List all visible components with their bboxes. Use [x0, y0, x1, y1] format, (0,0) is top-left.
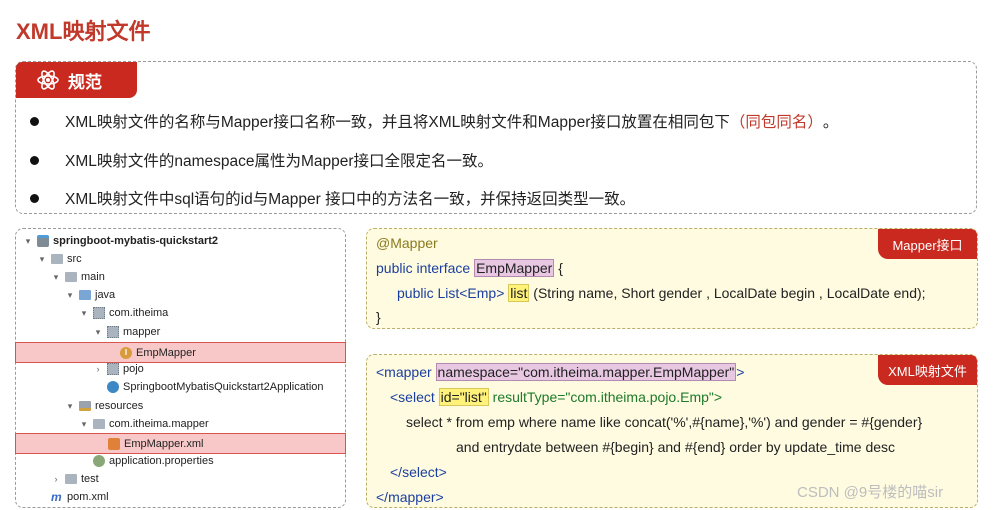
- tree-item-src[interactable]: ▾ src: [15, 250, 346, 268]
- bullet-dot: [30, 116, 39, 126]
- xml-file-icon: [108, 437, 120, 450]
- bullet-dot: [30, 193, 39, 203]
- tree-item-main[interactable]: ▾ main: [15, 268, 346, 286]
- chevron-down-icon[interactable]: ▾: [37, 254, 47, 265]
- tree-item-test[interactable]: › test: [15, 470, 346, 488]
- xml-tag: <select: [390, 389, 439, 405]
- tree-item-label: pom.xml: [67, 491, 109, 503]
- chevron-down-icon[interactable]: ▾: [79, 308, 89, 319]
- xml-code-tag: XML映射文件: [878, 355, 977, 385]
- chevron-down-icon[interactable]: ▾: [65, 290, 75, 301]
- folder-icon: [51, 254, 63, 264]
- xml-mapper-open: <mapper namespace="com.itheima.mapper.Em…: [376, 363, 745, 381]
- code-annotation: @Mapper: [376, 235, 438, 251]
- rule-highlight: （同包同名）: [729, 114, 823, 131]
- tree-item-project[interactable]: ▾ springboot-mybatis-quickstart2: [15, 232, 346, 250]
- code-interface-name: EmpMapper: [474, 259, 555, 277]
- atom-icon: [37, 70, 59, 90]
- xml-sql-line: and entrydate between #{begin} and #{end…: [456, 439, 896, 455]
- code-brace: {: [554, 260, 563, 276]
- rules-tab: 规范: [16, 62, 137, 98]
- tree-item-label: test: [81, 473, 99, 485]
- tree-item-label: com.itheima.mapper: [109, 418, 209, 430]
- xml-tag: <mapper: [376, 364, 436, 380]
- code-method-name: list: [508, 284, 530, 302]
- tree-item-package[interactable]: ▾ com.itheima: [15, 304, 346, 322]
- rules-tab-label: 规范: [68, 72, 102, 92]
- tree-item-resources[interactable]: ▾ resources: [15, 397, 346, 415]
- page-title: XML映射文件: [16, 19, 151, 44]
- xml-sql-line: select * from emp where name like concat…: [406, 414, 923, 430]
- tree-item-label: com.itheima: [109, 307, 169, 319]
- tree-item-pojo[interactable]: › pojo: [15, 360, 346, 378]
- tree-item-empmapper-xml[interactable]: EmpMapper.xml: [15, 433, 346, 454]
- tree-item-label: pojo: [123, 363, 144, 375]
- rule-text: XML映射文件的namespace属性为Mapper接口全限定名一致。: [65, 153, 494, 170]
- rule-text: XML映射文件的名称与Mapper接口名称一致，并且将XML映射文件和Mappe…: [65, 114, 730, 131]
- module-icon: [37, 235, 49, 247]
- bullet-dot: [30, 155, 39, 165]
- rule-item: XML映射文件的namespace属性为Mapper接口全限定名一致。: [30, 149, 493, 171]
- package-icon: [93, 307, 105, 319]
- package-icon: [107, 363, 119, 375]
- chevron-down-icon[interactable]: ▾: [51, 272, 61, 283]
- rule-text: XML映射文件中sql语句的id与Mapper 接口中的方法名一致，并保持返回类…: [65, 191, 636, 208]
- xml-select-open: <select id="list" resultType="com.itheim…: [390, 388, 723, 406]
- tree-item-label: EmpMapper: [136, 346, 196, 359]
- properties-file-icon: [93, 455, 105, 467]
- code-return-type: public List<Emp>: [397, 285, 509, 301]
- xml-tag-end: >: [736, 364, 745, 380]
- tree-item-application[interactable]: SpringbootMybatisQuickstart2Application: [15, 378, 346, 396]
- chevron-down-icon[interactable]: ▾: [79, 419, 89, 430]
- tree-item-java[interactable]: ▾ java: [15, 286, 346, 304]
- tree-item-mapper-package[interactable]: ▾ mapper: [15, 323, 346, 341]
- tree-item-label: resources: [95, 400, 144, 412]
- chevron-right-icon[interactable]: ›: [51, 474, 61, 484]
- source-folder-icon: [79, 290, 91, 300]
- resources-folder-icon: [79, 401, 91, 411]
- code-close-brace: }: [376, 309, 381, 325]
- chevron-right-icon[interactable]: ›: [93, 364, 103, 374]
- tree-item-label: mapper: [123, 326, 161, 338]
- tree-item-label: EmpMapper.xml: [124, 437, 204, 450]
- tree-item-label: java: [95, 289, 116, 301]
- package-icon: [107, 326, 119, 338]
- rule-tail: 。: [822, 114, 839, 131]
- rule-item: XML映射文件的名称与Mapper接口名称一致，并且将XML映射文件和Mappe…: [30, 110, 838, 132]
- tree-item-label: main: [81, 271, 105, 283]
- tree-item-label: application.properties: [109, 455, 214, 467]
- xml-mapper-close: </mapper>: [376, 489, 444, 505]
- chevron-down-icon[interactable]: ▾: [65, 401, 75, 412]
- mapper-code-tag: Mapper接口: [878, 229, 977, 259]
- chevron-down-icon[interactable]: ▾: [93, 327, 103, 338]
- maven-icon: m: [51, 490, 62, 504]
- tree-item-label: src: [67, 253, 82, 265]
- code-keyword: public interface: [376, 260, 475, 276]
- tree-item-label: springboot-mybatis-quickstart2: [53, 235, 219, 247]
- xml-result-type-attr: resultType="com.itheima.pojo.Emp">: [488, 389, 723, 405]
- chevron-down-icon[interactable]: ▾: [23, 236, 33, 247]
- xml-id-attr: id="list": [438, 388, 489, 406]
- tree-item-pom[interactable]: m pom.xml: [15, 488, 346, 506]
- tree-item-label: SpringbootMybatisQuickstart2Application: [123, 381, 324, 393]
- code-params: (String name, Short gender , LocalDate b…: [529, 285, 926, 301]
- code-method-decl: public List<Emp> list (String name, Shor…: [397, 284, 926, 302]
- folder-icon: [65, 474, 77, 484]
- rule-item: XML映射文件中sql语句的id与Mapper 接口中的方法名一致，并保持返回类…: [30, 187, 635, 209]
- interface-icon: I: [120, 346, 132, 359]
- watermark: CSDN @9号楼的喵sir: [797, 484, 944, 501]
- folder-icon: [65, 272, 77, 282]
- code-interface-decl: public interface EmpMapper {: [376, 259, 563, 277]
- tree-item-resource-package[interactable]: ▾ com.itheima.mapper: [15, 415, 346, 433]
- xml-select-close: </select>: [390, 464, 447, 480]
- class-icon: [107, 381, 119, 393]
- xml-namespace-attr: namespace="com.itheima.mapper.EmpMapper": [435, 363, 737, 381]
- tree-item-properties[interactable]: application.properties: [15, 452, 346, 470]
- folder-icon: [93, 419, 105, 429]
